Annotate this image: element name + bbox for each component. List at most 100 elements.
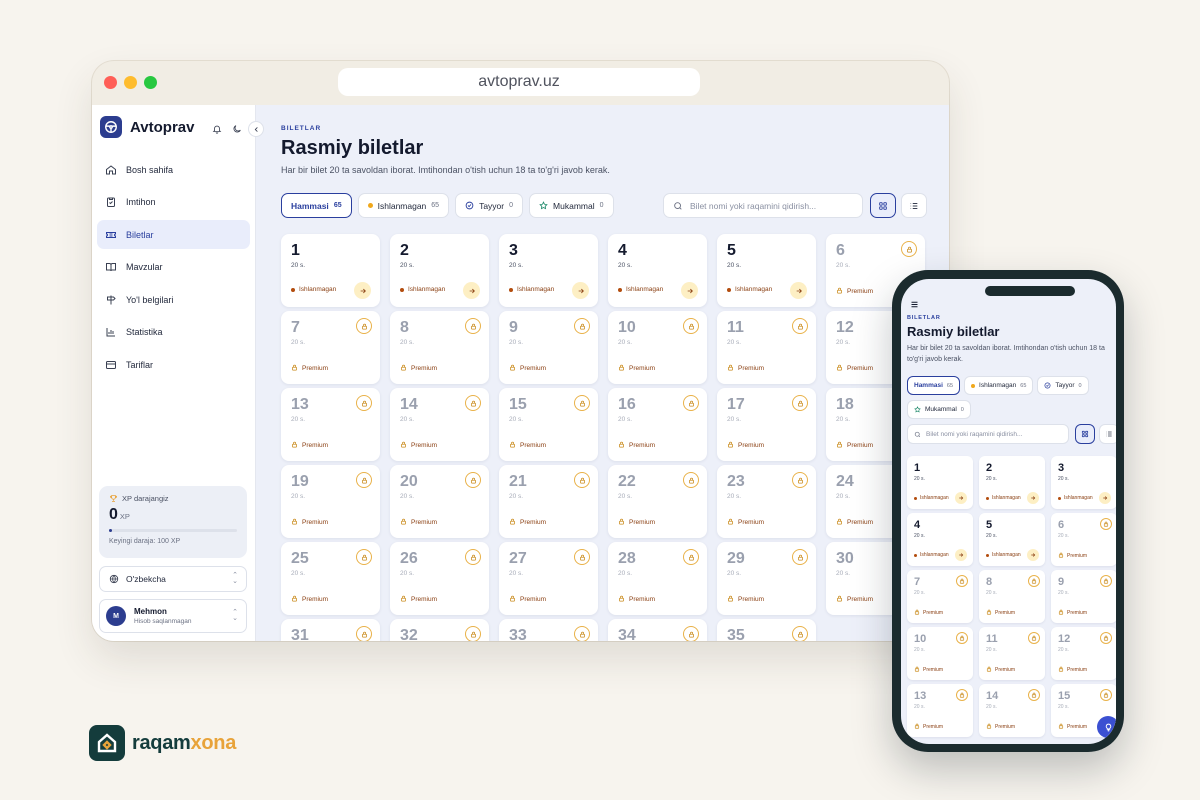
ticket-card-locked[interactable]: 3520 s.Premium: [717, 619, 816, 641]
help-button[interactable]: [1097, 716, 1116, 738]
lock-icon: [1028, 575, 1040, 587]
lock-icon: [465, 395, 481, 411]
filter-perfect[interactable]: Mukammal 0: [907, 400, 971, 419]
ticket-number: 18: [836, 396, 854, 413]
ticket-question-count: 20 s.: [509, 262, 524, 269]
grid-view-button[interactable]: [870, 193, 896, 218]
arrow-right-icon[interactable]: [463, 282, 480, 299]
arrow-right-icon[interactable]: [1027, 549, 1039, 561]
filter-not-done[interactable]: Ishlanmagan 65: [964, 376, 1034, 395]
filter-label: Mukammal: [553, 200, 595, 211]
ticket-card-locked[interactable]: 6 20 s. Premium: [1051, 513, 1116, 566]
list-view-button[interactable]: [901, 193, 927, 218]
ticket-card-locked[interactable]: 25 20 s. Premium: [281, 542, 380, 615]
sidebar-item-plans[interactable]: Tariflar: [97, 350, 250, 379]
arrow-right-icon[interactable]: [354, 282, 371, 299]
ticket-card-locked[interactable]: 10 20 s. Premium: [907, 627, 973, 680]
ticket-card-locked[interactable]: 7 20 s. Premium: [907, 570, 973, 623]
ticket-card-locked[interactable]: 14 20 s. Premium: [979, 684, 1045, 737]
grid-view-button[interactable]: [1075, 424, 1095, 444]
moon-icon[interactable]: [232, 121, 242, 139]
ticket-card-locked[interactable]: 17 20 s. Premium: [717, 388, 816, 461]
menu-icon[interactable]: [910, 296, 919, 314]
language-select[interactable]: O'zbekcha ⌃ ⌄: [99, 566, 247, 592]
arrow-right-icon[interactable]: [955, 549, 967, 561]
arrow-right-icon[interactable]: [955, 492, 967, 504]
ticket-card-locked[interactable]: 21 20 s. Premium: [499, 465, 598, 538]
ticket-icon: [106, 231, 116, 238]
sidebar-item-exam[interactable]: Imtihon: [97, 188, 250, 217]
ticket-card[interactable]: 2 20 s. Ishlanmagan: [390, 234, 489, 307]
ticket-card-locked[interactable]: 23 20 s. Premium: [717, 465, 816, 538]
user-menu[interactable]: M Mehmon Hisob saqlanmagan ⌃ ⌄: [99, 599, 247, 633]
sidebar-item-topics[interactable]: Mavzular: [97, 253, 250, 282]
ticket-card[interactable]: 4 20 s. Ishlanmagan: [608, 234, 707, 307]
filter-ready[interactable]: Tayyor 0: [455, 193, 524, 218]
ticket-card[interactable]: 1 20 s. Ishlanmagan: [907, 456, 973, 509]
ticket-number: 34: [618, 627, 636, 641]
premium-label: Premium: [923, 667, 944, 673]
ticket-card-locked[interactable]: 28 20 s. Premium: [608, 542, 707, 615]
filter-all[interactable]: Hammasi 65: [281, 193, 352, 218]
lock-icon: [618, 518, 625, 527]
ticket-card-locked[interactable]: 22 20 s. Premium: [608, 465, 707, 538]
ticket-card-locked[interactable]: 13 20 s. Premium: [907, 684, 973, 737]
ticket-card-locked[interactable]: 8 20 s. Premium: [390, 311, 489, 384]
collapse-sidebar-button[interactable]: [248, 121, 264, 137]
arrow-right-icon[interactable]: [1027, 492, 1039, 504]
ticket-card-locked[interactable]: 11 20 s. Premium: [979, 627, 1045, 680]
address-bar[interactable]: avtoprav.uz: [338, 68, 700, 96]
ticket-card-locked[interactable]: 15 20 s. Premium: [499, 388, 598, 461]
ticket-card-locked[interactable]: 10 20 s. Premium: [608, 311, 707, 384]
ticket-question-count: 20 s.: [727, 416, 742, 423]
sidebar-item-home[interactable]: Bosh sahifa: [97, 155, 250, 184]
arrow-right-icon[interactable]: [681, 282, 698, 299]
filter-not-done[interactable]: Ishlanmagan 65: [357, 193, 450, 218]
ticket-card-locked[interactable]: 29 20 s. Premium: [717, 542, 816, 615]
ticket-card-locked[interactable]: 8 20 s. Premium: [979, 570, 1045, 623]
filter-ready[interactable]: Tayyor 0: [1037, 376, 1089, 395]
sidebar: Avtoprav Bosh sahifa Imtihon Biletlar Ma…: [92, 105, 264, 641]
ticket-card-locked[interactable]: 13 20 s. Premium: [281, 388, 380, 461]
ticket-card-locked[interactable]: 7 20 s. Premium: [281, 311, 380, 384]
ticket-card-locked[interactable]: 26 20 s. Premium: [390, 542, 489, 615]
lock-icon: [792, 318, 808, 334]
sidebar-item-tickets[interactable]: Biletlar: [97, 220, 250, 249]
ticket-card-locked[interactable]: 9 20 s. Premium: [1051, 570, 1116, 623]
ticket-card-locked[interactable]: 3320 s.Premium: [499, 619, 598, 641]
arrow-right-icon[interactable]: [790, 282, 807, 299]
ticket-card-locked[interactable]: 16 20 s. Premium: [608, 388, 707, 461]
minimize-window-button[interactable]: [124, 76, 137, 89]
filter-all[interactable]: Hammasi 65: [907, 376, 961, 395]
close-window-button[interactable]: [104, 76, 117, 89]
ticket-card-locked[interactable]: 19 20 s. Premium: [281, 465, 380, 538]
ticket-card[interactable]: 3 20 s. Ishlanmagan: [1051, 456, 1116, 509]
ticket-card-locked[interactable]: 9 20 s. Premium: [499, 311, 598, 384]
ticket-card-locked[interactable]: 14 20 s. Premium: [390, 388, 489, 461]
ticket-card-locked[interactable]: 3420 s.Premium: [608, 619, 707, 641]
bell-icon[interactable]: [212, 121, 222, 139]
ticket-card[interactable]: 2 20 s. Ishlanmagan: [979, 456, 1045, 509]
ticket-card-locked[interactable]: 27 20 s. Premium: [499, 542, 598, 615]
ticket-card[interactable]: 3 20 s. Ishlanmagan: [499, 234, 598, 307]
arrow-right-icon[interactable]: [1099, 492, 1111, 504]
ticket-card-locked[interactable]: 12 20 s. Premium: [1051, 627, 1116, 680]
ticket-card[interactable]: 5 20 s. Ishlanmagan: [717, 234, 816, 307]
filter-perfect[interactable]: Mukammal 0: [529, 193, 614, 218]
sidebar-item-statistics[interactable]: Statistika: [97, 318, 250, 347]
ticket-card-locked[interactable]: 20 20 s. Premium: [390, 465, 489, 538]
list-view-button[interactable]: [1099, 424, 1116, 444]
arrow-right-icon[interactable]: [572, 282, 589, 299]
ticket-card[interactable]: 5 20 s. Ishlanmagan: [979, 513, 1045, 566]
ticket-card-locked[interactable]: 11 20 s. Premium: [717, 311, 816, 384]
ticket-card[interactable]: 4 20 s. Ishlanmagan: [907, 513, 973, 566]
sidebar-item-road-signs[interactable]: Yo'l belgilari: [97, 285, 250, 314]
maximize-window-button[interactable]: [144, 76, 157, 89]
brand[interactable]: Avtoprav: [100, 116, 194, 138]
search-input[interactable]: [690, 200, 850, 211]
browser-window: avtoprav.uz Avtoprav Bosh sahifa Imtihon…: [92, 61, 949, 641]
ticket-card-locked[interactable]: 3120 s.Premium: [281, 619, 380, 641]
search-input[interactable]: [926, 430, 1061, 438]
ticket-card-locked[interactable]: 3220 s.Premium: [390, 619, 489, 641]
ticket-card[interactable]: 1 20 s. Ishlanmagan: [281, 234, 380, 307]
